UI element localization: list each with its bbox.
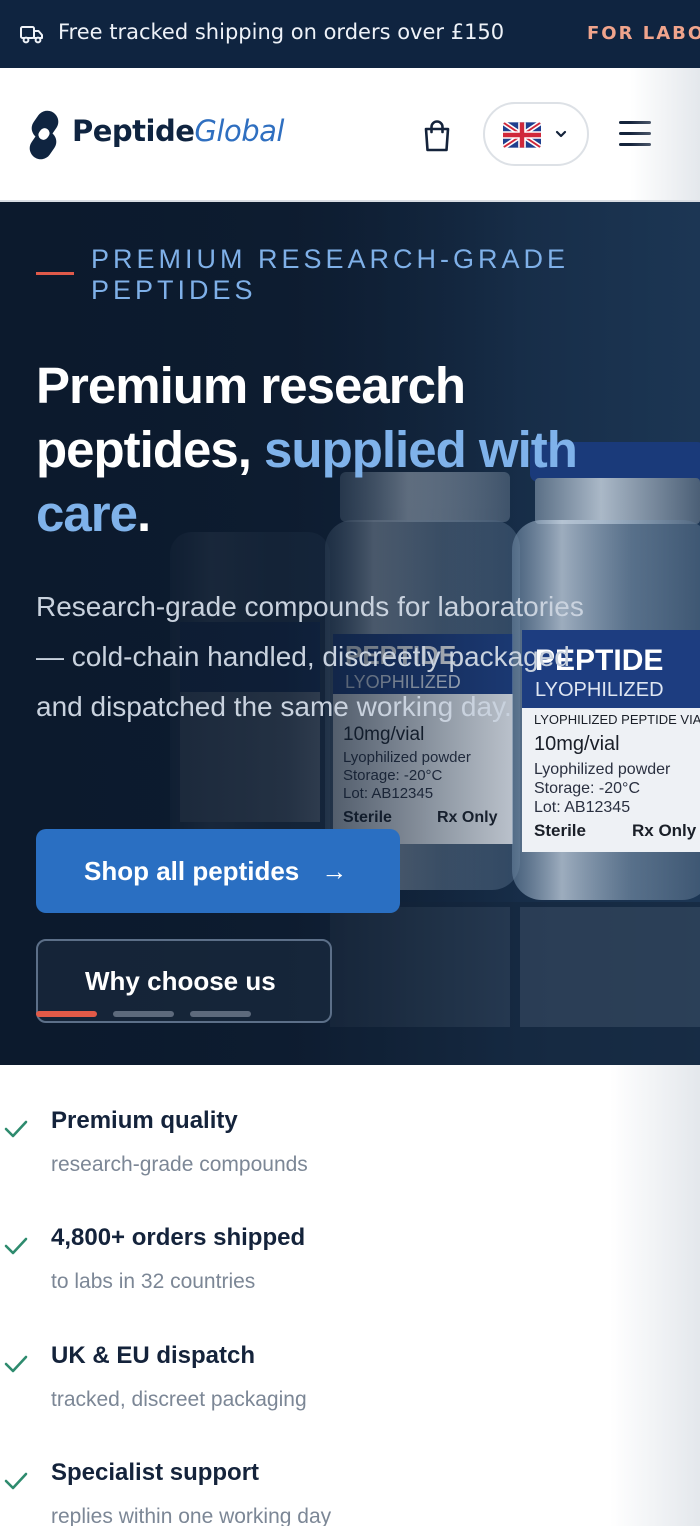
feature-title: Specialist support xyxy=(51,1459,260,1486)
svg-text:Lyophilized powder: Lyophilized powder xyxy=(534,761,671,778)
slide-dot-1[interactable] xyxy=(36,1011,97,1017)
feature-item: Specialist support replies within one wo… xyxy=(0,1459,600,1526)
logo-icon xyxy=(29,110,59,160)
check-icon xyxy=(4,1120,28,1138)
brand-name-accent: Global xyxy=(194,114,284,148)
eyebrow-accent-line xyxy=(36,272,74,275)
headline-period: . xyxy=(136,485,151,542)
slide-dot-2[interactable] xyxy=(113,1011,174,1017)
feature-desc: replies within one working day xyxy=(51,1505,332,1526)
shop-all-peptides-button[interactable]: Shop all peptides → xyxy=(36,829,400,913)
feature-title: Premium quality xyxy=(51,1107,238,1134)
hero-eyebrow: PREMIUM RESEARCH-GRADE PEPTIDES xyxy=(91,244,570,305)
hero-subtitle: Research-grade compounds for laboratorie… xyxy=(36,591,584,722)
shop-all-peptides-label: Shop all peptides xyxy=(84,855,300,886)
announcement-bar: Free tracked shipping on orders over £15… xyxy=(0,0,700,68)
uk-flag-icon xyxy=(503,122,541,148)
cart-icon[interactable] xyxy=(421,119,453,153)
feature-item: 4,800+ orders shipped to labs in 32 coun… xyxy=(0,1224,600,1324)
feature-item: UK & EU dispatch tracked, discreet packa… xyxy=(0,1342,600,1442)
features-list: Premium quality research-grade compounds… xyxy=(0,1065,700,1526)
site-header: PeptideGlobal xyxy=(0,68,700,202)
truck-icon xyxy=(20,26,43,44)
check-icon xyxy=(4,1472,28,1490)
shipping-message: Free tracked shipping on orders over £15… xyxy=(58,20,505,44)
feature-desc: research-grade compounds xyxy=(51,1153,308,1176)
check-icon xyxy=(4,1355,28,1373)
menu-icon[interactable] xyxy=(619,121,653,149)
feature-item: Premium quality research-grade compounds xyxy=(0,1107,600,1207)
svg-text:Rx Only: Rx Only xyxy=(632,821,697,840)
svg-text:Sterile: Sterile xyxy=(534,821,586,840)
feature-desc: tracked, discreet packaging xyxy=(51,1388,307,1411)
svg-text:10mg/vial: 10mg/vial xyxy=(534,733,620,755)
language-selector[interactable] xyxy=(483,102,589,166)
feature-desc: to labs in 32 countries xyxy=(51,1270,256,1293)
arrow-right-icon: → xyxy=(321,855,348,886)
brand-name-primary: Peptide xyxy=(72,114,195,148)
brand-logo[interactable]: PeptideGlobal xyxy=(72,114,284,148)
why-choose-us-label: Why choose us xyxy=(85,965,276,996)
chevron-down-icon xyxy=(555,130,567,138)
svg-text:Storage: -20°C: Storage: -20°C xyxy=(534,780,640,797)
feature-title: UK & EU dispatch xyxy=(51,1342,256,1369)
feature-title: 4,800+ orders shipped xyxy=(51,1224,306,1251)
hero-banner: PEPTIDE LYOPHILIZED 10mg/vial Lyophilize… xyxy=(0,202,700,1065)
hero-headline: Premium research peptides, supplied with… xyxy=(36,354,636,546)
slide-dot-3[interactable] xyxy=(190,1011,251,1017)
check-icon xyxy=(4,1237,28,1255)
announcement-secondary: FOR LABOR xyxy=(587,23,700,44)
svg-text:Lot: AB12345: Lot: AB12345 xyxy=(534,799,630,816)
